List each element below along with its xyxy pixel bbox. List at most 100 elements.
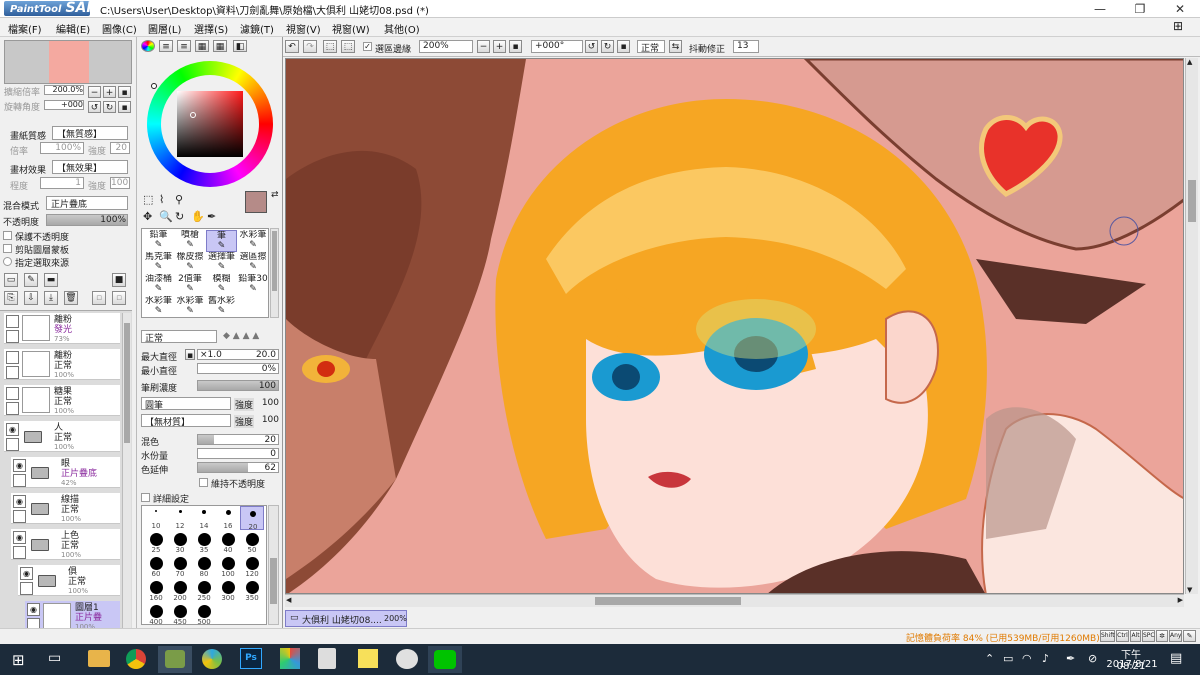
canvas-horizontal-scrollbar[interactable]: ◀ ▶ (285, 594, 1184, 607)
size-presets-scrollbar[interactable] (268, 505, 279, 625)
rotate-reset-button[interactable]: ▪ (118, 101, 131, 113)
layer-row[interactable]: 離粉 正常 100% (4, 349, 120, 380)
brush-size-preset[interactable]: 120 (240, 554, 264, 578)
brush-shape-select[interactable]: 圓筆 (141, 397, 231, 411)
brush-size-preset[interactable]: 30 (168, 530, 192, 554)
hue-cursor[interactable] (151, 83, 157, 89)
visibility-eye-icon[interactable]: ◉ (6, 423, 19, 436)
new-layer-icon[interactable]: ▭ (4, 273, 18, 287)
visibility-eye-icon[interactable]: ◉ (13, 495, 26, 508)
layer-lock-checkbox[interactable] (6, 402, 19, 415)
brush-tool-slot[interactable]: 鉛筆30 ✎ (238, 274, 269, 296)
canvas-vertical-scrollbar[interactable]: ▲ ▼ (1185, 58, 1198, 594)
brush-size-preset[interactable]: 400 (144, 602, 168, 626)
hand-tool-icon[interactable]: ✋ (191, 210, 205, 223)
size-lock-button[interactable]: ▪ (185, 349, 195, 361)
layer-lock-checkbox[interactable] (13, 474, 26, 487)
menu-window[interactable]: 視窗(W) (332, 21, 370, 36)
layer-row[interactable]: 離粉 發光 73% (4, 313, 120, 344)
menu-filter[interactable]: 濾鏡(T) (240, 21, 274, 36)
rotate-slider[interactable]: +000 (44, 100, 84, 110)
brush-size-preset[interactable]: 450 (168, 602, 192, 626)
canvas-zoom-select[interactable]: 200% (419, 40, 473, 53)
visibility-eye-icon[interactable]: ◉ (13, 531, 26, 544)
pen-icon[interactable]: ✒ (1066, 652, 1075, 665)
document-tab[interactable]: ▭ 大俱利 山姥切08.... 200% (285, 610, 407, 627)
rotate-left-icon[interactable]: ↺ (88, 101, 101, 113)
menu-others[interactable]: 其他(O) (384, 21, 420, 36)
detail-settings-checkbox[interactable] (141, 493, 150, 502)
brush-tool-slot[interactable]: 2值筆 ✎ (175, 274, 206, 296)
paper-texture-select[interactable]: 【無質感】 (52, 126, 128, 140)
brush-size-preset[interactable]: 20 (240, 506, 264, 531)
brush-cursor-icon[interactable]: ✎ (1183, 630, 1196, 642)
layer-row[interactable]: 糖果 正常 100% (4, 385, 120, 416)
rotate-right-icon[interactable]: ↻ (103, 101, 116, 113)
layer-mask-icon[interactable]: ■ (112, 273, 126, 287)
canvas-zoom-in-button[interactable]: + (493, 40, 506, 53)
menu-file[interactable]: 檔案(F) (8, 21, 42, 36)
saturation-value-square[interactable] (177, 91, 243, 157)
brush-tool-slot[interactable]: 水彩筆 ✎ (143, 296, 174, 318)
photoshop-icon[interactable]: Ps (240, 648, 262, 669)
tool-grid-scrollbar-thumb[interactable] (272, 231, 277, 291)
paper-scale-value[interactable]: 100% (40, 142, 84, 154)
network-icon[interactable]: ▭ (1003, 652, 1013, 665)
menu-canvas[interactable]: 圖像(C) (102, 21, 137, 36)
canvas-zoom-out-button[interactable]: − (477, 40, 490, 53)
brush-size-preset[interactable]: 35 (192, 530, 216, 554)
size-presets-scrollbar-thumb[interactable] (270, 558, 277, 604)
density-slider[interactable]: 100 (197, 380, 279, 391)
brush-tool-slot[interactable]: 油漆桶 ✎ (143, 274, 174, 296)
brush-size-preset[interactable]: 250 (192, 578, 216, 602)
canvas-rotate-reset-button[interactable]: ▪ (617, 40, 630, 53)
min-size-slider[interactable]: 0% (197, 363, 279, 374)
brush-size-preset[interactable]: 40 (216, 530, 240, 554)
flip-horizontal-icon[interactable]: ⇆ (669, 40, 682, 53)
visibility-eye-icon[interactable] (6, 387, 19, 400)
selection-edge-checkbox[interactable]: ✓ (363, 42, 372, 51)
scroll-up-icon[interactable]: ▲ (1187, 58, 1192, 66)
apply-mask-icon[interactable]: ▫ (92, 291, 106, 305)
canvas-rotate-left-icon[interactable]: ↺ (585, 40, 598, 53)
scroll-right-icon[interactable]: ▶ (1178, 596, 1183, 604)
zoom-out-button[interactable]: − (88, 86, 101, 98)
brush-tip-shapes[interactable]: ◆ ▲ ▲ ▲ (223, 331, 279, 343)
brush-tool-slot[interactable]: 噴槍 ✎ (175, 230, 206, 252)
brush-size-preset[interactable]: 350 (240, 578, 264, 602)
layer-lock-checkbox[interactable] (13, 546, 26, 559)
chromium-icon[interactable] (202, 649, 222, 669)
brush-size-preset[interactable]: 25 (144, 530, 168, 554)
blend-mode-select[interactable]: 正片疊底 (46, 196, 128, 210)
effect-intensity-value[interactable]: 100 (110, 177, 130, 189)
sticky-notes-icon[interactable] (358, 649, 378, 668)
color-picker-cursor[interactable] (190, 112, 196, 118)
new-folder-icon[interactable]: ▬ (44, 273, 58, 287)
max-size-slider[interactable]: ×1.0 20.0 (197, 349, 279, 360)
menu-selection[interactable]: 選擇(S) (194, 21, 228, 36)
pin-icon[interactable]: ⊞ (1170, 19, 1186, 35)
eyedropper-icon[interactable]: ✒ (207, 210, 216, 223)
brush-tool-slot[interactable]: 筆 ✎ (206, 230, 237, 252)
brush-tool-slot[interactable]: 選區擦 ✎ (238, 252, 269, 274)
file-explorer-icon[interactable] (88, 650, 110, 667)
canvas-view-mode-select[interactable]: 正常 (637, 40, 665, 54)
settings-icon[interactable]: ✲ (1156, 630, 1168, 642)
brush-size-preset[interactable]: 300 (216, 578, 240, 602)
tray-chevron-icon[interactable]: ⌃ (985, 652, 994, 665)
layer-row[interactable]: ◉ 俱正常 100% (18, 565, 120, 596)
brush-tool-slot[interactable]: 水彩筆 ✎ (238, 230, 269, 252)
brush-size-preset[interactable]: 500 (192, 602, 216, 626)
wifi-icon[interactable]: ◠ (1022, 652, 1032, 665)
layer-lock-checkbox[interactable] (20, 582, 33, 595)
canvas-angle-select[interactable]: +000° (531, 40, 583, 53)
notification-icon[interactable]: ▤ (1170, 651, 1182, 666)
move-icon[interactable]: ✥ (143, 210, 152, 223)
hsv-slider-icon[interactable]: ≡ (177, 40, 191, 52)
scroll-left-icon[interactable]: ◀ (286, 596, 291, 604)
copy-layer-icon[interactable]: ⎘ (4, 291, 18, 305)
zoom-in-button[interactable]: + (103, 86, 116, 98)
visibility-eye-icon[interactable] (6, 351, 19, 364)
selection-source-radio[interactable] (3, 257, 12, 266)
scroll-down-icon[interactable]: ▼ (1187, 586, 1192, 594)
